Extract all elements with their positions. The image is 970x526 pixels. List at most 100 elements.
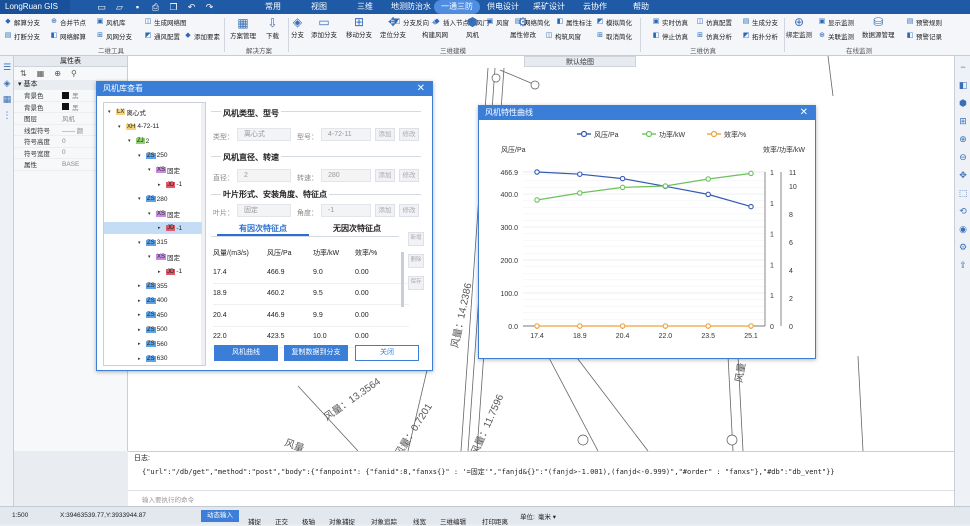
expand-icon[interactable]: ▸: [138, 298, 146, 304]
menu-8[interactable]: 帮助: [618, 0, 664, 14]
close-button[interactable]: 关闭: [355, 345, 419, 361]
export-icon[interactable]: ⇪: [958, 260, 968, 270]
tree-node[interactable]: ▾ ZS 315: [104, 237, 202, 249]
tab-dimensionless-points[interactable]: 无因次特征点: [333, 223, 381, 234]
tree-node[interactable]: ▾ XS 固定: [104, 208, 202, 220]
status-toggle[interactable]: 动态输入: [201, 510, 239, 522]
data-point[interactable]: [705, 176, 711, 182]
save-point-button[interactable]: 保存: [408, 276, 424, 290]
ribbon-tool[interactable]: ◧ 预警记录: [906, 31, 942, 41]
undo-icon[interactable]: ↶: [186, 2, 197, 12]
ribbon-tool[interactable]: ◧ 停止仿真: [652, 31, 688, 41]
tree-node[interactable]: ▾ ZS 250: [104, 150, 202, 162]
tree-node[interactable]: ▸ ZS 500: [104, 324, 202, 336]
expand-icon[interactable]: ▸: [158, 269, 166, 275]
view-icon[interactable]: ◉: [958, 224, 968, 234]
ribbon-big-tool[interactable]: ⊞ 移动分支: [346, 15, 372, 39]
angle-field[interactable]: -1: [321, 204, 371, 217]
grid-icon[interactable]: ▦: [37, 69, 45, 78]
data-point[interactable]: [662, 183, 669, 189]
ribbon-big-tool[interactable]: ⊕ 绑定监测: [786, 15, 812, 39]
type-field[interactable]: 离心式: [237, 128, 291, 141]
table-row[interactable]: 20.4 446.9 9.9 0.00: [213, 305, 409, 327]
menu-5[interactable]: 供电设计: [480, 0, 526, 14]
ribbon-tool[interactable]: ◧ 属性标注: [556, 17, 592, 27]
ribbon-tool[interactable]: ◫ 生成网络图: [144, 17, 187, 27]
ribbon-tool[interactable]: ◆ 插入节点: [433, 17, 469, 27]
ribbon-tool[interactable]: ◩ 分支反向: [393, 17, 429, 27]
ribbon-tool[interactable]: ▣ 风机库: [96, 17, 126, 27]
select-icon[interactable]: ⬚: [958, 188, 968, 198]
ribbon-tool[interactable]: ⊞ 仿真分析: [696, 31, 732, 41]
expand-icon[interactable]: ▸: [138, 312, 146, 318]
pan-icon[interactable]: ✥: [958, 170, 968, 180]
menu-3[interactable]: 地测防治水: [388, 0, 434, 14]
command-input[interactable]: 输入要执行的命令: [142, 494, 194, 504]
new-file-icon[interactable]: ▭: [96, 2, 107, 12]
rotate-icon[interactable]: ⟲: [958, 206, 968, 216]
edit-diameter-button[interactable]: 修改: [399, 169, 419, 182]
copy-to-branch-button[interactable]: 复制数据到分支: [284, 345, 348, 361]
status-toggle[interactable]: 对象追踪: [371, 516, 397, 526]
ribbon-tool[interactable]: ▤ 网络简化: [514, 17, 550, 27]
measure-icon[interactable]: ⊞: [958, 116, 968, 126]
ribbon-tool[interactable]: ⊕ 合并节点: [50, 17, 86, 27]
table-row[interactable]: 17.4 466.9 9.0 0.00: [213, 262, 409, 284]
menu-1[interactable]: 视图: [296, 0, 342, 14]
cube-icon[interactable]: ⬢: [958, 98, 968, 108]
status-toggle[interactable]: 捕捉: [248, 516, 261, 526]
expand-icon[interactable]: ▾: [138, 196, 146, 202]
ribbon-tool[interactable]: ◩ 拓扑分析: [742, 31, 778, 41]
zoom-in-icon[interactable]: ⊕: [958, 134, 968, 144]
tree-node[interactable]: ▾ XH 4-72-11: [104, 121, 202, 133]
tree-node[interactable]: ▸ ZS 560: [104, 338, 202, 350]
close-icon[interactable]: ✕: [800, 106, 808, 120]
edit-blade-button[interactable]: 修改: [399, 204, 419, 217]
menu-4[interactable]: 一通三防: [434, 0, 480, 14]
print-icon[interactable]: ⎙: [150, 2, 161, 12]
expand-icon[interactable]: ▸: [138, 356, 146, 362]
ribbon-tool[interactable]: ◫ 仿真配置: [696, 17, 732, 27]
status-toggle[interactable]: 打印距离: [482, 516, 508, 526]
data-point[interactable]: [534, 169, 540, 175]
legend-item[interactable]: 风压/Pa: [577, 130, 619, 139]
close-icon[interactable]: ✕: [417, 82, 425, 96]
data-point[interactable]: [577, 323, 583, 329]
new-point-button[interactable]: 新增: [408, 232, 424, 246]
settings-icon[interactable]: ⚙: [958, 242, 968, 252]
menu-7[interactable]: 云协作: [572, 0, 618, 14]
data-point[interactable]: [619, 323, 626, 329]
tree-node[interactable]: ▾ LX 离心式: [104, 106, 202, 118]
ribbon-tool[interactable]: ▤ 生成分支: [742, 17, 778, 27]
data-point[interactable]: [748, 323, 754, 329]
speed-field[interactable]: 280: [321, 169, 371, 182]
tree-node[interactable]: ▸ ZS 450: [104, 309, 202, 321]
status-toggle[interactable]: 线宽: [413, 516, 426, 526]
menu-2[interactable]: 三维: [342, 0, 388, 14]
tree-node[interactable]: ▾ XS 固定: [104, 164, 202, 176]
ribbon-tool[interactable]: ◆ 解算分支: [4, 17, 40, 27]
tree-node[interactable]: ▸ JD -1: [104, 266, 202, 278]
expand-icon[interactable]: ▾: [118, 124, 126, 130]
table-row[interactable]: 18.9 460.2 9.5 0.00: [213, 284, 409, 305]
ribbon-tool[interactable]: ▤ 打断分支: [4, 31, 40, 41]
legend-item[interactable]: 效率/%: [707, 130, 746, 139]
expand-icon[interactable]: ▾: [148, 211, 156, 217]
expand-icon[interactable]: ▸: [158, 182, 166, 188]
ribbon-tool[interactable]: ⊞ 取消简化: [596, 31, 632, 41]
legend-item[interactable]: 功率/kW: [642, 130, 685, 139]
tab-dimensional-points[interactable]: 有因次特征点: [239, 223, 287, 234]
expand-icon[interactable]: ▾: [148, 254, 156, 260]
expand-icon[interactable]: ▾: [138, 153, 146, 159]
expand-icon[interactable]: ▾: [108, 109, 116, 115]
data-point[interactable]: [705, 323, 711, 329]
status-toggle[interactable]: 正交: [275, 516, 288, 526]
sort-icon[interactable]: ⇅: [20, 69, 27, 78]
pin-icon[interactable]: ⊕: [54, 69, 61, 78]
ribbon-tool[interactable]: ⊕ 关联监测: [818, 31, 854, 41]
data-point[interactable]: [577, 171, 583, 177]
zoom-out-icon[interactable]: ⊖: [958, 152, 968, 162]
ribbon-tool[interactable]: ▤ 预警规则: [906, 17, 942, 27]
status-toggle[interactable]: 三维编辑: [440, 516, 466, 526]
delete-point-button[interactable]: 删除: [408, 254, 424, 268]
